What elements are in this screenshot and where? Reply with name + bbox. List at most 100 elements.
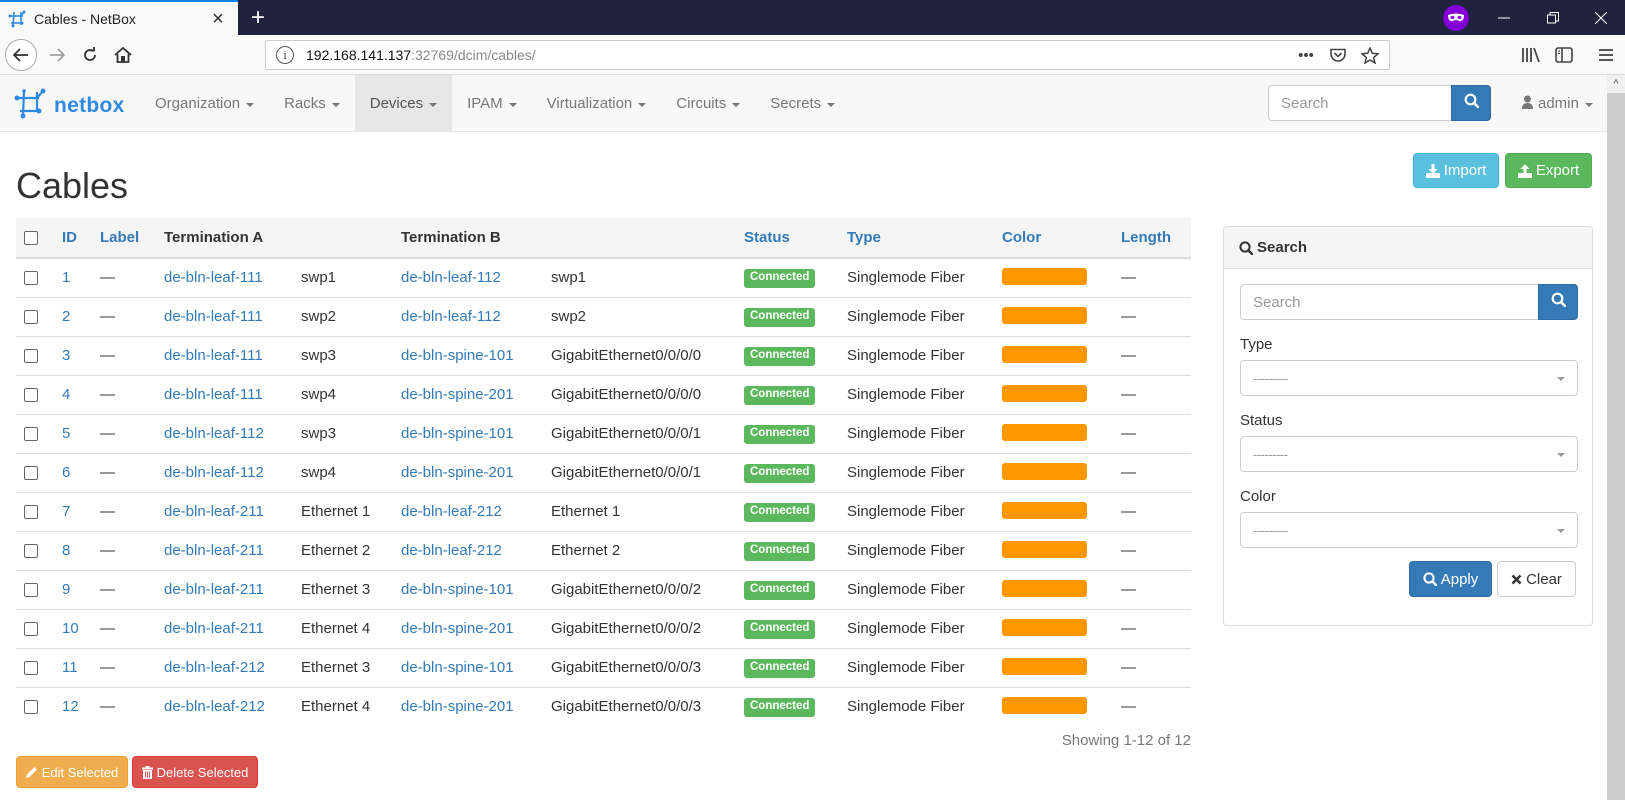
cable-id-link[interactable]: 1 bbox=[62, 269, 70, 286]
sort-length-link[interactable]: Length bbox=[1121, 229, 1171, 246]
termination-a-device-link[interactable]: de-bln-leaf-211 bbox=[164, 620, 264, 637]
minimize-icon[interactable] bbox=[1480, 0, 1528, 35]
home-icon[interactable] bbox=[108, 40, 138, 70]
cable-id-link[interactable]: 10 bbox=[62, 620, 79, 637]
brand-logo[interactable]: netbox bbox=[14, 87, 125, 124]
column-header-id[interactable]: ID bbox=[54, 218, 92, 259]
termination-a-device-link[interactable]: de-bln-leaf-111 bbox=[164, 386, 263, 403]
termination-a-device-link[interactable]: de-bln-leaf-211 bbox=[164, 581, 264, 598]
menu-racks[interactable]: Racks bbox=[269, 75, 355, 132]
termination-b-device-link[interactable]: de-bln-spine-101 bbox=[401, 659, 514, 676]
color-filter-select[interactable]: --------- bbox=[1240, 512, 1578, 548]
column-header-status[interactable]: Status bbox=[736, 218, 839, 259]
pocket-icon[interactable] bbox=[1327, 44, 1349, 66]
termination-a-device-link[interactable]: de-bln-leaf-111 bbox=[164, 269, 263, 286]
row-checkbox[interactable] bbox=[24, 544, 38, 559]
row-checkbox[interactable] bbox=[24, 310, 38, 325]
termination-a-device-link[interactable]: de-bln-leaf-212 bbox=[164, 659, 265, 676]
status-filter-select[interactable]: --------- bbox=[1240, 436, 1578, 472]
cable-id-link[interactable]: 6 bbox=[62, 464, 70, 481]
info-icon[interactable]: i bbox=[276, 46, 294, 64]
window-close-icon[interactable] bbox=[1577, 0, 1625, 35]
sort-id-link[interactable]: ID bbox=[62, 229, 77, 246]
termination-a-device-link[interactable]: de-bln-leaf-211 bbox=[164, 503, 264, 520]
termination-b-device-link[interactable]: de-bln-spine-201 bbox=[401, 698, 514, 715]
column-header-length[interactable]: Length bbox=[1113, 218, 1191, 259]
column-header-color[interactable]: Color bbox=[994, 218, 1113, 259]
row-checkbox[interactable] bbox=[24, 427, 38, 442]
close-icon[interactable]: × bbox=[208, 9, 228, 29]
termination-b-device-link[interactable]: de-bln-leaf-212 bbox=[401, 542, 502, 559]
apply-button[interactable]: Apply bbox=[1409, 561, 1492, 597]
global-search-input[interactable] bbox=[1268, 85, 1451, 121]
termination-a-device-link[interactable]: de-bln-leaf-212 bbox=[164, 698, 265, 715]
cable-id-link[interactable]: 12 bbox=[62, 698, 79, 715]
termination-b-device-link[interactable]: de-bln-spine-201 bbox=[401, 464, 514, 481]
global-search-button[interactable] bbox=[1451, 85, 1491, 121]
clear-button[interactable]: Clear bbox=[1497, 561, 1576, 597]
termination-b-device-link[interactable]: de-bln-leaf-212 bbox=[401, 503, 502, 520]
bookmark-star-icon[interactable] bbox=[1359, 44, 1381, 66]
user-menu[interactable]: admin bbox=[1522, 75, 1593, 132]
back-icon[interactable] bbox=[5, 39, 37, 71]
termination-a-device-link[interactable]: de-bln-leaf-111 bbox=[164, 308, 263, 325]
sort-status-link[interactable]: Status bbox=[744, 229, 790, 246]
cable-id-link[interactable]: 5 bbox=[62, 425, 70, 442]
column-header-label[interactable]: Label bbox=[92, 218, 156, 259]
page-scrollbar[interactable]: ^ bbox=[1607, 75, 1625, 800]
url-bar[interactable]: i 192.168.141.137:32769/dcim/cables/ ••• bbox=[265, 40, 1390, 70]
row-checkbox[interactable] bbox=[24, 622, 38, 637]
cable-id-link[interactable]: 9 bbox=[62, 581, 70, 598]
scroll-up-icon[interactable]: ^ bbox=[1607, 75, 1625, 93]
row-checkbox[interactable] bbox=[24, 466, 38, 481]
sort-type-link[interactable]: Type bbox=[847, 229, 881, 246]
sort-color-link[interactable]: Color bbox=[1002, 229, 1041, 246]
menu-organization[interactable]: Organization bbox=[140, 75, 269, 132]
termination-b-device-link[interactable]: de-bln-leaf-112 bbox=[401, 308, 501, 325]
termination-b-device-link[interactable]: de-bln-leaf-112 bbox=[401, 269, 501, 286]
column-header-type[interactable]: Type bbox=[839, 218, 994, 259]
type-filter-select[interactable]: --------- bbox=[1240, 360, 1578, 396]
row-checkbox[interactable] bbox=[24, 349, 38, 364]
reload-icon[interactable] bbox=[75, 40, 105, 70]
edit-selected-button[interactable]: Edit Selected bbox=[16, 756, 128, 788]
library-icon[interactable] bbox=[1517, 40, 1545, 70]
termination-a-device-link[interactable]: de-bln-leaf-111 bbox=[164, 347, 263, 364]
row-checkbox[interactable] bbox=[24, 583, 38, 598]
select-all-checkbox[interactable] bbox=[24, 231, 38, 246]
sidebar-icon[interactable] bbox=[1550, 40, 1578, 70]
row-checkbox[interactable] bbox=[24, 661, 38, 676]
termination-b-device-link[interactable]: de-bln-spine-101 bbox=[401, 347, 514, 364]
cable-id-link[interactable]: 11 bbox=[62, 659, 78, 676]
row-checkbox[interactable] bbox=[24, 271, 38, 286]
termination-a-device-link[interactable]: de-bln-leaf-211 bbox=[164, 542, 264, 559]
sort-label-link[interactable]: Label bbox=[100, 229, 139, 246]
cable-id-link[interactable]: 2 bbox=[62, 308, 70, 325]
termination-a-device-link[interactable]: de-bln-leaf-112 bbox=[164, 425, 264, 442]
menu-circuits[interactable]: Circuits bbox=[661, 75, 755, 132]
cable-id-link[interactable]: 7 bbox=[62, 503, 70, 520]
menu-virtualization[interactable]: Virtualization bbox=[532, 75, 662, 132]
new-tab-button[interactable]: + bbox=[244, 4, 272, 32]
cable-id-link[interactable]: 4 bbox=[62, 386, 70, 403]
row-checkbox[interactable] bbox=[24, 700, 38, 715]
filter-search-input[interactable] bbox=[1240, 284, 1538, 320]
termination-b-device-link[interactable]: de-bln-spine-101 bbox=[401, 581, 514, 598]
more-icon[interactable]: ••• bbox=[1295, 44, 1317, 66]
termination-b-device-link[interactable]: de-bln-spine-201 bbox=[401, 620, 514, 637]
hamburger-menu-icon[interactable] bbox=[1592, 40, 1620, 70]
export-button[interactable]: Export bbox=[1505, 153, 1592, 188]
import-button[interactable]: Import bbox=[1413, 153, 1499, 188]
row-checkbox[interactable] bbox=[24, 505, 38, 520]
termination-b-device-link[interactable]: de-bln-spine-201 bbox=[401, 386, 514, 403]
cable-id-link[interactable]: 3 bbox=[62, 347, 70, 364]
cable-id-link[interactable]: 8 bbox=[62, 542, 70, 559]
filter-search-button[interactable] bbox=[1538, 284, 1578, 320]
menu-devices[interactable]: Devices bbox=[354, 75, 453, 132]
termination-a-device-link[interactable]: de-bln-leaf-112 bbox=[164, 464, 264, 481]
delete-selected-button[interactable]: Delete Selected bbox=[132, 756, 258, 788]
row-checkbox[interactable] bbox=[24, 388, 38, 403]
menu-secrets[interactable]: Secrets bbox=[755, 75, 850, 132]
restore-icon[interactable] bbox=[1529, 0, 1577, 35]
browser-tab[interactable]: Cables - NetBox × bbox=[0, 0, 238, 35]
